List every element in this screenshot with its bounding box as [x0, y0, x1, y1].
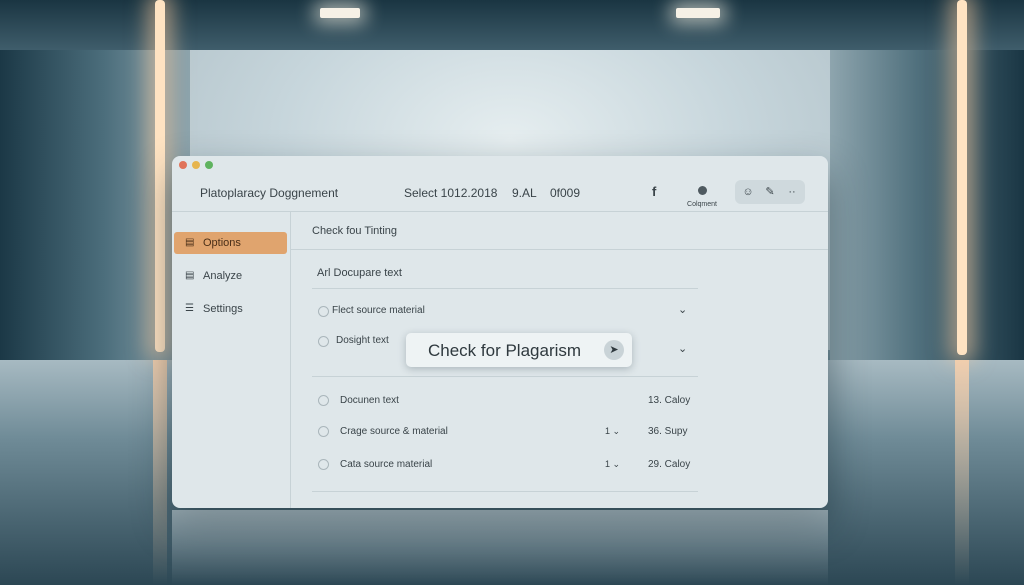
sidebar-item-label: Options [203, 237, 241, 249]
row-label: Cata source material [340, 459, 433, 470]
row-value: 29. Caloy [648, 459, 691, 470]
content-divider [291, 249, 828, 250]
option-label: Flect source material [332, 305, 425, 316]
header-code: 0f009 [550, 186, 581, 200]
sort-indicator[interactable]: 1 ⌄ [605, 459, 620, 470]
comment-button[interactable]: Colqment [682, 182, 722, 208]
minimize-window-button[interactable] [192, 161, 200, 169]
chevron-down-icon[interactable]: ⌄ [678, 342, 687, 355]
light-bar [957, 0, 967, 355]
check-plagiarism-label: Check for Plagarism [428, 341, 582, 360]
chevron-down-icon[interactable]: ⌄ [678, 303, 687, 316]
ceiling-light [320, 8, 360, 18]
row-label: Docunen text [340, 395, 399, 406]
row-value: 13. Caloy [648, 395, 691, 406]
option-label: Dosight text [336, 335, 389, 346]
select-date[interactable]: Select 1012.2018 [404, 186, 497, 200]
row-value: 36. Supy [648, 426, 688, 437]
row-divider [312, 288, 698, 289]
light-bar [155, 0, 165, 352]
background-ceiling [0, 0, 1024, 50]
sidebar-item-options[interactable]: ▤ Options [174, 232, 287, 254]
more-icon[interactable]: ·· [783, 183, 801, 201]
row-label: Crage source & material [340, 426, 448, 437]
row-radio[interactable] [318, 426, 329, 437]
sort-indicator[interactable]: 1 ⌄ [605, 426, 620, 437]
app-title: Platoplaracy Doggnement [200, 186, 339, 200]
sidebar-item-label: Analyze [203, 270, 243, 282]
sidebar-item-label: Settings [203, 303, 243, 315]
app-window: Platoplaracy Doggnement Select 1012.2018… [172, 156, 828, 508]
row-divider [312, 376, 698, 377]
document-icon: ▤ [185, 237, 195, 248]
sidebar-item-settings[interactable]: ☰ Settings [174, 298, 287, 320]
option-radio[interactable] [318, 336, 329, 347]
smiley-icon[interactable]: ☺ [739, 183, 757, 201]
toolbar-group: ☺ ✎ ·· [735, 180, 805, 204]
floor-glow [153, 360, 167, 585]
sidebar-item-analyze[interactable]: ▤ Analyze [174, 265, 287, 287]
section-label: Arl Docupare text [317, 267, 402, 279]
floor-glow [955, 360, 969, 585]
row-divider [312, 491, 698, 492]
pencil-icon[interactable]: ✎ [761, 183, 779, 201]
comment-label: Colqment [687, 201, 717, 208]
option-radio[interactable] [318, 306, 329, 317]
list-icon: ☰ [185, 303, 194, 314]
title-bar: Platoplaracy Doggnement Select 1012.2018… [172, 156, 828, 212]
row-radio[interactable] [318, 459, 329, 470]
sidebar: ▤ Options ▤ Analyze ☰ Settings [172, 212, 291, 508]
content-header: Check fou Tinting [312, 225, 397, 237]
document-icon: ▤ [185, 270, 195, 281]
facebook-icon[interactable]: f [652, 184, 656, 199]
comment-icon [697, 186, 707, 195]
window-reflection [172, 510, 828, 585]
check-plagiarism-button[interactable]: Check for Plagarism ➤ [406, 333, 632, 367]
cursor-icon: ➤ [604, 340, 624, 360]
maximize-window-button[interactable] [205, 161, 213, 169]
row-radio[interactable] [318, 395, 329, 406]
close-window-button[interactable] [179, 161, 187, 169]
background-right-wall [830, 0, 1024, 400]
ceiling-light [676, 8, 720, 18]
header-time: 9.AL [512, 186, 537, 200]
